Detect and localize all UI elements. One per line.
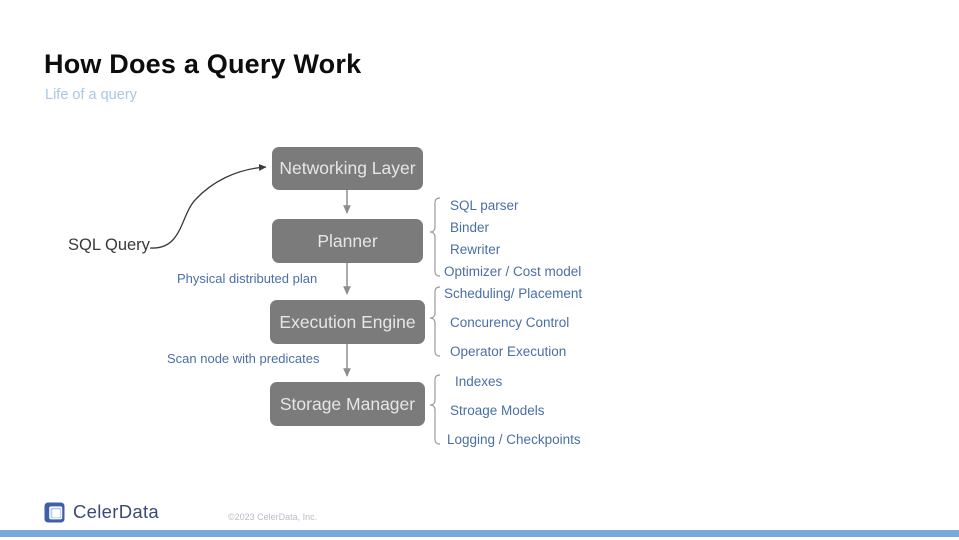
page-subtitle: Life of a query — [45, 87, 137, 103]
annotation-storage-logging-checkpoints: Logging / Checkpoints — [447, 432, 581, 447]
slide-canvas: How Does a Query Work Life of a query SQ… — [0, 0, 959, 540]
node-label: Execution Engine — [279, 311, 416, 332]
node-label: Planner — [317, 230, 378, 251]
node-networking-layer[interactable]: Networking Layer — [272, 147, 423, 190]
page-title: How Does a Query Work — [44, 49, 362, 79]
annotation-planner-sql-parser: SQL parser — [450, 198, 519, 213]
node-label: Networking Layer — [279, 158, 416, 178]
annotation-execution-concurrency-control: Concurency Control — [450, 315, 570, 330]
annotation-planner-optimizer-cost-model: Optimizer / Cost model — [444, 264, 582, 279]
node-label: Storage Manager — [279, 393, 416, 414]
node-storage-manager[interactable]: Storage Manager — [270, 382, 425, 426]
brand-name: CelerData — [73, 501, 159, 522]
annotation-planner-rewriter: Rewriter — [450, 242, 501, 257]
node-execution-engine[interactable]: Execution Engine — [270, 300, 425, 344]
edge-label-scan-node-with-predicates: Scan node with predicates — [167, 351, 320, 366]
annotation-planner-binder: Binder — [450, 220, 490, 235]
edge-label-physical-distributed-plan: Physical distributed plan — [177, 271, 318, 286]
copyright-text: ©2023 CelerData, Inc. — [228, 512, 318, 522]
annotation-execution-operator-execution: Operator Execution — [450, 344, 567, 359]
annotation-execution-scheduling-placement: Scheduling/ Placement — [444, 286, 583, 301]
celerdata-bracket-logo-icon — [44, 502, 65, 523]
annotation-storage-indexes: Indexes — [455, 374, 503, 389]
node-planner[interactable]: Planner — [272, 219, 423, 263]
annotation-storage-storage-models: Stroage Models — [450, 403, 545, 418]
bottom-accent-bar — [0, 530, 959, 537]
brand-logo: CelerData — [44, 501, 159, 523]
sql-query-input-label: SQL Query — [68, 236, 150, 254]
